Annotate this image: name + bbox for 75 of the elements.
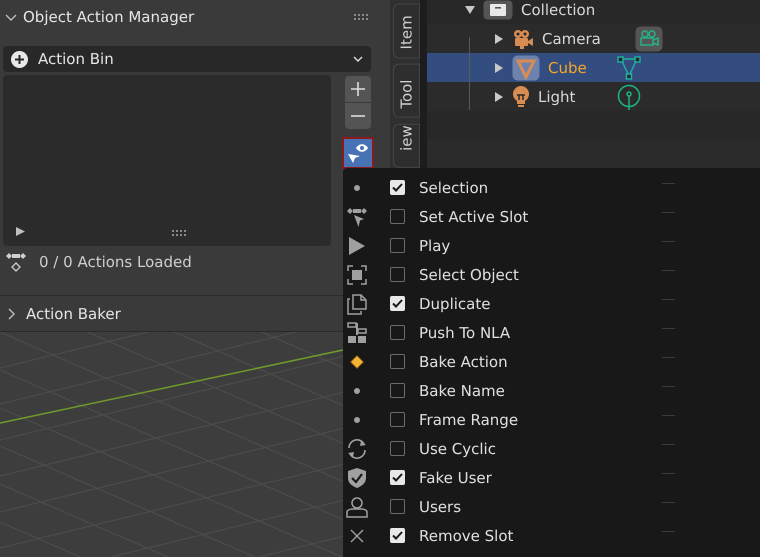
menu-item-label[interactable]: Selection [419,178,488,196]
menu-item-label[interactable]: Duplicate [419,294,490,312]
menu-item-label[interactable]: Remove Slot [419,526,514,544]
disclosure-icon[interactable] [494,62,504,72]
outliner-label: Collection [521,0,596,18]
check-icon [392,299,403,308]
checkbox[interactable] [390,441,405,456]
disclosure-icon[interactable] [494,34,504,44]
checkbox[interactable] [390,412,405,427]
checkbox[interactable] [390,383,405,398]
menu-item-label[interactable]: Bake Name [419,382,505,400]
menu-item-label[interactable]: Select Object [419,266,519,284]
dot-icon [354,184,360,190]
camera-data-icon[interactable] [635,26,663,52]
play-icon [348,236,366,256]
dot-icon [354,416,360,422]
add-icon [11,50,28,68]
outliner-row[interactable]: Cube [427,53,760,82]
outliner-label: Light [538,88,576,106]
grip-icon[interactable] [354,14,368,20]
expand-icon[interactable] [16,227,25,236]
add-button[interactable] [345,76,371,102]
sidebar-tab[interactable]: Tool [393,64,420,118]
close-icon [350,528,364,542]
status-text: 0 / 0 Actions Loaded [39,253,192,271]
checkbox[interactable] [390,354,405,369]
shield-icon [347,466,367,488]
menu-item-label[interactable]: Frame Range [419,410,518,428]
light-bulb-icon [512,86,530,108]
check-icon [392,183,403,192]
cone-icon [512,54,540,80]
section-title[interactable]: Action Baker [26,304,121,322]
checkbox[interactable] [390,267,405,282]
slots-icon [5,251,27,273]
disclosure-icon[interactable] [494,92,504,102]
menu-item-label[interactable]: Push To NLA [419,324,510,342]
checkbox[interactable] [390,499,405,514]
menu-item-label[interactable]: Users [419,498,462,516]
menu-item-label[interactable]: Play [419,236,450,254]
box-icon [483,0,513,20]
check-icon [392,473,403,482]
cycle-icon [346,438,368,460]
checkbox[interactable] [390,238,405,253]
checkbox[interactable] [390,209,405,224]
camera-icon [512,28,534,48]
plus-icon [351,82,365,96]
check-icon [392,531,403,540]
menu-item-label[interactable]: Bake Action [419,352,508,370]
minus-icon [351,115,365,117]
outliner-row[interactable]: Collection [427,0,760,24]
outliner-label: Cube [548,58,587,76]
disclosure-icon[interactable] [465,4,475,14]
menu-item-label[interactable]: Fake User [419,468,492,486]
remove-button[interactable] [345,103,371,129]
panel-title: Object Action Manager [23,8,196,26]
sidebar-tab[interactable]: Item [393,3,420,58]
nla-strip-icon [347,322,367,344]
user-icon [346,496,368,518]
light-data-icon[interactable] [617,84,641,110]
dot-icon [354,388,360,394]
keyframe-icon [350,354,364,368]
grip-icon[interactable] [172,230,186,236]
mesh-data-icon[interactable] [617,56,641,80]
sidebar-tab[interactable]: iew [393,124,420,168]
outliner-label: Camera [542,30,601,48]
menu-item-label[interactable]: Set Active Slot [419,208,528,226]
filter-button[interactable] [342,137,374,169]
pointer-icon [346,206,368,228]
caret-icon [353,56,363,62]
select-object-icon [347,264,367,284]
menu-item-label[interactable]: Use Cyclic [419,440,496,458]
checkbox[interactable] [390,325,405,340]
duplicate-icon [347,292,367,314]
eye-pointer-icon [346,142,370,164]
dropdown[interactable]: Action Bin [3,46,371,72]
